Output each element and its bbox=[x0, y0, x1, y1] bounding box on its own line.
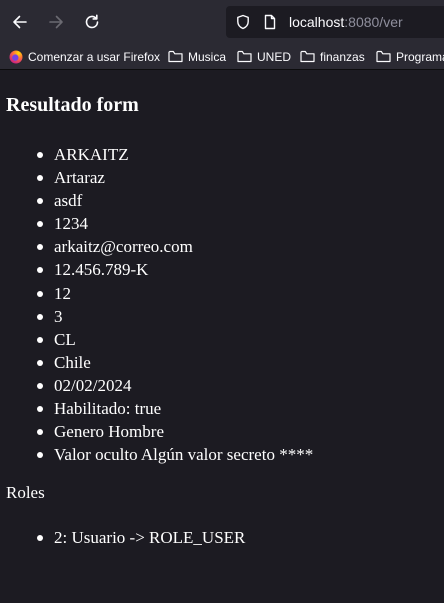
bookmark-firefox[interactable]: Comenzar a usar Firefox bbox=[9, 44, 160, 69]
result-list: ARKAITZ Artaraz asdf 1234 arkaitz@correo… bbox=[0, 143, 444, 466]
reload-button[interactable] bbox=[78, 8, 106, 36]
folder-icon bbox=[300, 50, 315, 63]
bookmarks-toolbar: Comenzar a usar Firefox Musica UNED fina… bbox=[0, 44, 444, 70]
bookmark-label: UNED bbox=[257, 49, 292, 64]
list-item: 12 bbox=[0, 282, 444, 305]
firefox-icon bbox=[9, 50, 23, 63]
bookmark-label: finanzas bbox=[320, 49, 365, 64]
list-item: 12.456.789-K bbox=[0, 258, 444, 281]
bookmark-programa[interactable]: Programa bbox=[376, 44, 444, 69]
page-icon bbox=[264, 14, 276, 30]
browser-toolbar: localhost:8080/ver bbox=[0, 0, 444, 44]
back-button[interactable] bbox=[6, 8, 34, 36]
bookmark-uned[interactable]: UNED bbox=[237, 44, 291, 69]
url-text: localhost:8080/ver bbox=[289, 14, 403, 30]
list-item: 02/02/2024 bbox=[0, 374, 444, 397]
role-item: 2: Usuario -> ROLE_USER bbox=[0, 526, 444, 549]
list-item: Chile bbox=[0, 351, 444, 374]
page-content: Resultado form ARKAITZ Artaraz asdf 1234… bbox=[0, 71, 444, 603]
reload-icon bbox=[85, 14, 99, 29]
list-item: 1234 bbox=[0, 212, 444, 235]
shield-icon bbox=[237, 14, 249, 30]
page-title: Resultado form bbox=[6, 94, 139, 116]
arrow-left-icon bbox=[13, 15, 27, 29]
list-item: CL bbox=[0, 328, 444, 351]
list-item: Habilitado: true bbox=[0, 397, 444, 420]
bookmark-label: Programa bbox=[396, 49, 444, 64]
list-item: arkaitz@correo.com bbox=[0, 235, 444, 258]
bookmark-label: Comenzar a usar Firefox bbox=[28, 49, 161, 64]
bookmark-label: Musica bbox=[188, 49, 227, 64]
forward-button[interactable] bbox=[42, 8, 70, 36]
url-host: localhost bbox=[289, 14, 345, 30]
list-item: Genero Hombre bbox=[0, 420, 444, 443]
folder-icon bbox=[237, 50, 252, 63]
url-path: :8080/ver bbox=[344, 14, 403, 30]
folder-icon bbox=[168, 50, 183, 63]
url-bar[interactable]: localhost:8080/ver bbox=[226, 6, 444, 38]
arrow-right-icon bbox=[49, 15, 63, 29]
list-item: Valor oculto Algún valor secreto **** bbox=[0, 443, 444, 466]
bookmark-finanzas[interactable]: finanzas bbox=[300, 44, 365, 69]
list-item: 3 bbox=[0, 305, 444, 328]
list-item: asdf bbox=[0, 189, 444, 212]
bookmark-musica[interactable]: Musica bbox=[168, 44, 226, 69]
list-item: ARKAITZ bbox=[0, 143, 444, 166]
folder-icon bbox=[376, 50, 391, 63]
roles-list: 2: Usuario -> ROLE_USER bbox=[0, 526, 444, 549]
list-item: Artaraz bbox=[0, 166, 444, 189]
roles-heading: Roles bbox=[6, 483, 45, 502]
